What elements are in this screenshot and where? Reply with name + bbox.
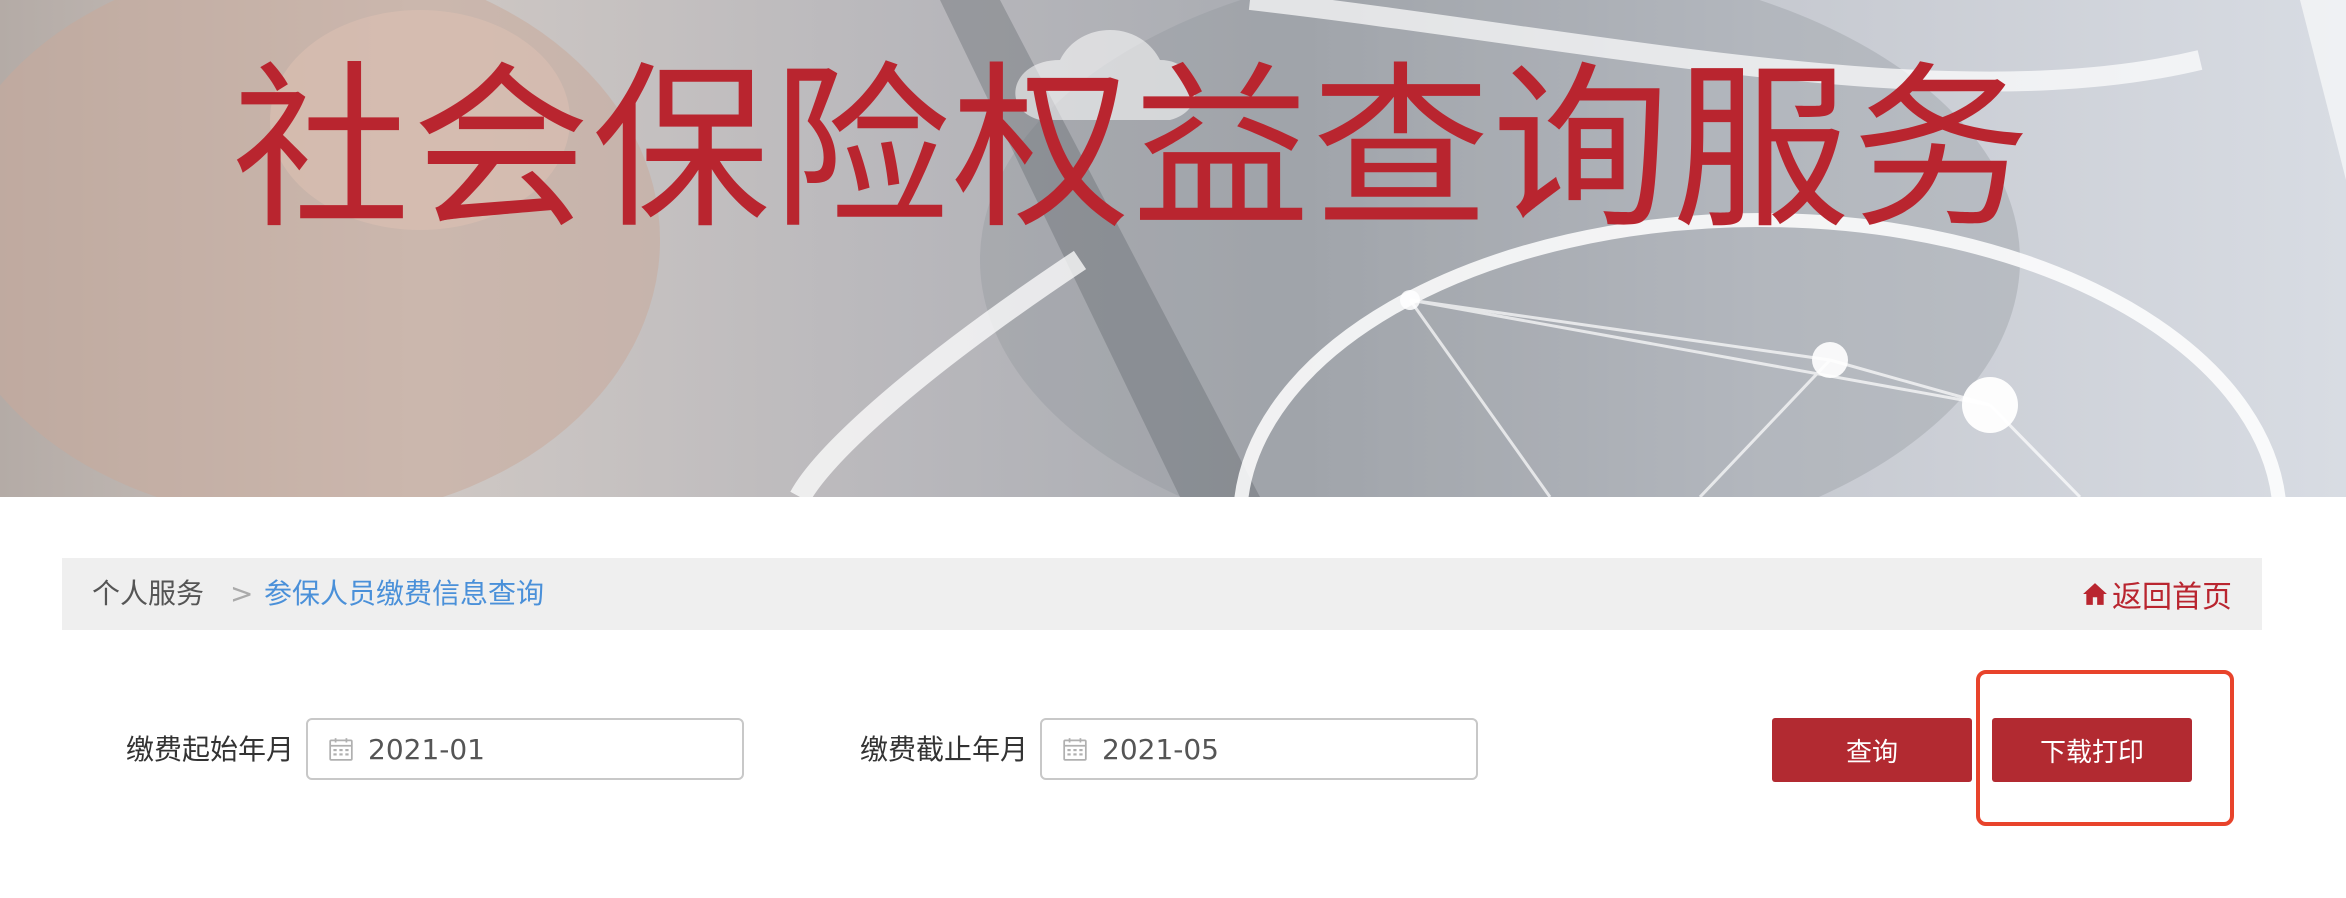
end-month-input[interactable]: 2021-05	[1040, 718, 1478, 780]
download-print-highlight	[1976, 670, 2234, 826]
breadcrumb-bar: 个人服务 > 参保人员缴费信息查询 返回首页	[62, 558, 2262, 630]
calendar-icon	[329, 738, 353, 761]
end-month-label: 缴费截止年月	[860, 733, 1029, 766]
start-month-value: 2021-01	[368, 732, 485, 766]
breadcrumb-item-personal-service[interactable]: 个人服务	[92, 558, 204, 630]
back-home-label: 返回首页	[2112, 580, 2232, 615]
banner-title: 社会保险权益查询服务	[232, 46, 2032, 253]
breadcrumb-separator-icon: >	[230, 577, 254, 610]
calendar-icon	[1063, 738, 1087, 761]
header-banner: 社会保险权益查询服务	[0, 0, 2346, 497]
start-month-input[interactable]: 2021-01	[306, 718, 744, 780]
start-month-label: 缴费起始年月	[126, 733, 295, 766]
back-home-link[interactable]: 返回首页	[2082, 558, 2232, 630]
query-button[interactable]: 查询	[1772, 718, 1972, 782]
home-icon	[2083, 583, 2107, 605]
breadcrumb-item-current: 参保人员缴费信息查询	[264, 577, 545, 610]
end-month-value: 2021-05	[1102, 732, 1219, 766]
